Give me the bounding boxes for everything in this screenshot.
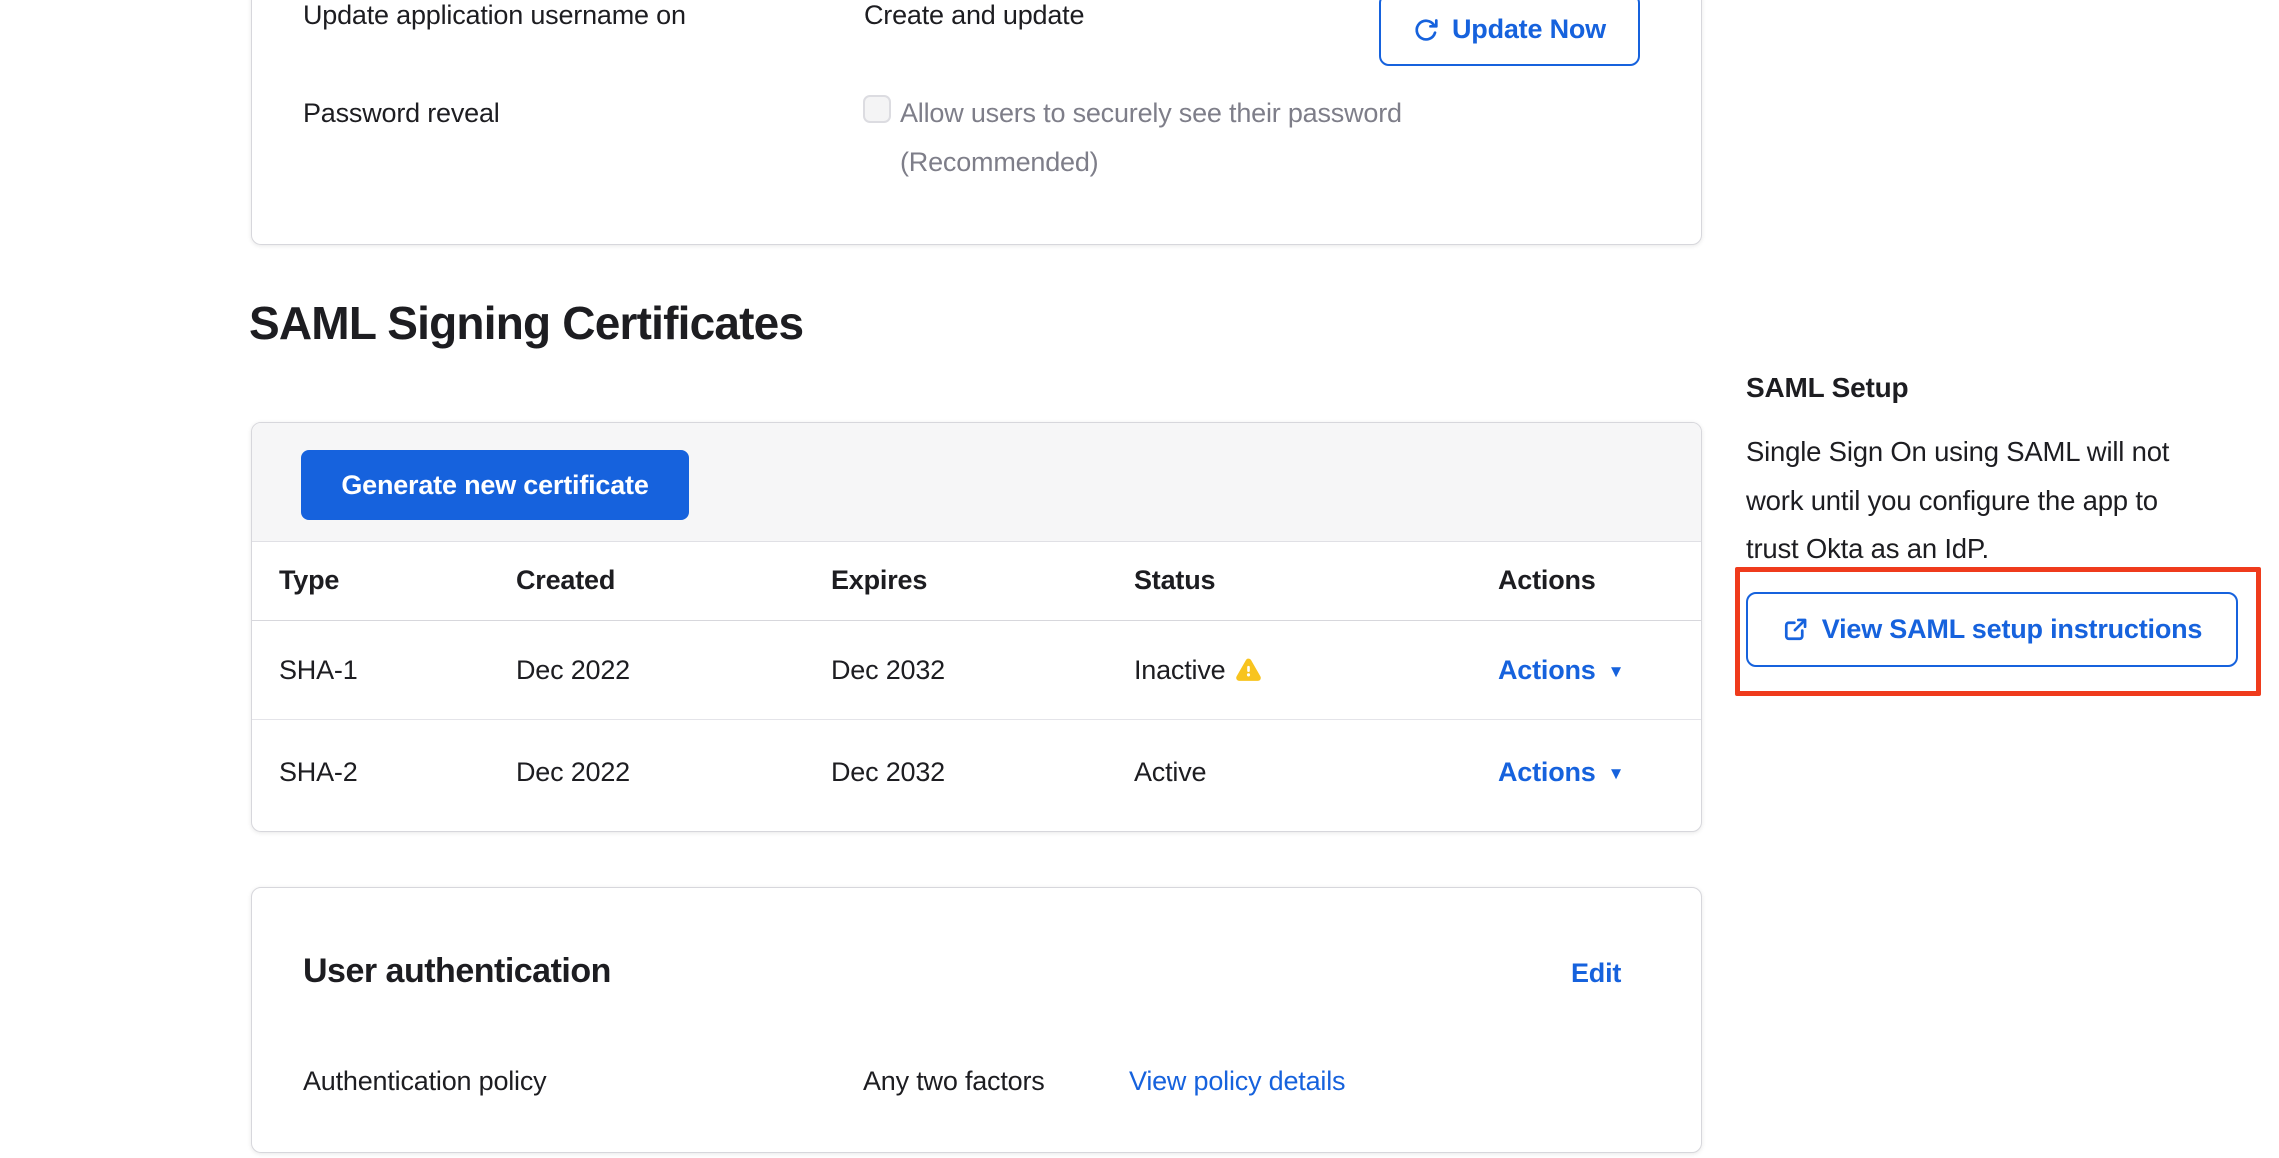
table-row-sha2: SHA-2 Dec 2022 Dec 2032 Active Actions ▼ [252, 720, 1701, 824]
cell-expires: Dec 2032 [831, 655, 1134, 686]
description-line: trust Okta as an IdP. [1746, 525, 2266, 574]
page: Update application username on Create an… [0, 0, 2279, 1158]
description-line: Single Sign On using SAML will not [1746, 428, 2266, 477]
generate-certificate-button[interactable]: Generate new certificate [301, 450, 689, 520]
status-text: Active [1134, 757, 1206, 788]
refresh-icon [1413, 17, 1439, 43]
view-saml-setup-instructions-button[interactable]: View SAML setup instructions [1746, 592, 2238, 667]
cell-created: Dec 2022 [516, 655, 831, 686]
app-settings-card: Update application username on Create an… [251, 0, 1702, 245]
cell-expires: Dec 2032 [831, 757, 1134, 788]
view-saml-setup-label: View SAML setup instructions [1822, 614, 2202, 645]
actions-label: Actions [1498, 655, 1596, 686]
page-title: SAML Signing Certificates [249, 296, 803, 350]
username-update-value: Create and update [864, 0, 1084, 31]
actions-label: Actions [1498, 757, 1596, 788]
saml-setup-description: Single Sign On using SAML will not work … [1746, 428, 2266, 574]
password-reveal-checkbox[interactable] [863, 95, 891, 123]
cell-status: Inactive [1134, 655, 1498, 686]
username-update-label: Update application username on [303, 0, 686, 31]
external-link-icon [1782, 616, 1809, 643]
certificates-table-header: Type Created Expires Status Actions [252, 541, 1701, 621]
password-reveal-label: Password reveal [303, 98, 500, 129]
column-header-actions: Actions [1498, 565, 1701, 596]
generate-certificate-label: Generate new certificate [341, 470, 648, 501]
chevron-down-icon: ▼ [1608, 765, 1625, 782]
update-now-label: Update Now [1452, 14, 1606, 45]
cell-type: SHA-1 [279, 655, 516, 686]
table-row-sha1: SHA-1 Dec 2022 Dec 2032 Inactive Actions… [252, 621, 1701, 720]
actions-menu-sha2[interactable]: Actions ▼ [1498, 757, 1701, 788]
update-now-button[interactable]: Update Now [1379, 0, 1640, 66]
edit-link[interactable]: Edit [1571, 958, 1621, 989]
password-reveal-option-line1: Allow users to securely see their passwo… [900, 89, 1402, 138]
column-header-type: Type [279, 565, 516, 596]
password-reveal-option: Allow users to securely see their passwo… [900, 89, 1402, 187]
column-header-status: Status [1134, 565, 1498, 596]
card-title: User authentication [303, 952, 611, 991]
view-policy-details-link[interactable]: View policy details [1129, 1066, 1345, 1097]
auth-policy-value: Any two factors [863, 1066, 1045, 1097]
actions-menu-sha1[interactable]: Actions ▼ [1498, 655, 1701, 686]
password-reveal-option-line2: (Recommended) [900, 138, 1402, 187]
cell-type: SHA-2 [279, 757, 516, 788]
status-text: Inactive [1134, 655, 1225, 686]
column-header-expires: Expires [831, 565, 1134, 596]
description-line: work until you configure the app to [1746, 477, 2266, 526]
saml-certificates-card: Generate new certificate Type Created Ex… [251, 422, 1702, 832]
column-header-created: Created [516, 565, 831, 596]
chevron-down-icon: ▼ [1608, 663, 1625, 680]
user-authentication-card: User authentication Edit Authentication … [251, 887, 1702, 1153]
cell-created: Dec 2022 [516, 757, 831, 788]
auth-policy-label: Authentication policy [303, 1066, 546, 1097]
saml-setup-title: SAML Setup [1746, 372, 1908, 404]
cell-status: Active [1134, 757, 1498, 788]
warning-icon [1235, 657, 1262, 683]
